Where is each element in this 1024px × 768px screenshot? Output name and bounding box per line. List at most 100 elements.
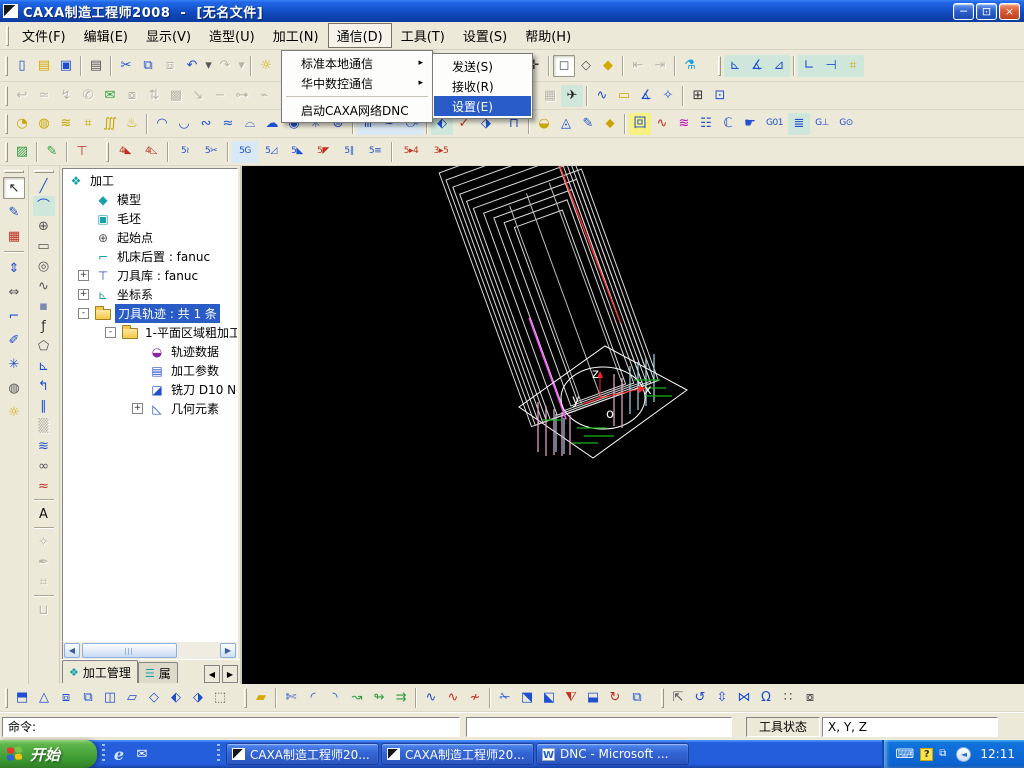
contour-line-mill-button[interactable]: ∾ bbox=[195, 113, 217, 135]
menu-edit[interactable]: 编辑(E) bbox=[75, 23, 137, 48]
transform-move-button[interactable]: ⇱ bbox=[667, 687, 689, 709]
surface-of-revolution-button[interactable]: △ bbox=[33, 687, 55, 709]
ellipse-tool-button[interactable]: ◎ bbox=[33, 256, 55, 276]
tree-item-start-point[interactable]: ⊕ 起始点 bbox=[63, 228, 237, 247]
text-tool-button[interactable]: A bbox=[33, 504, 55, 524]
surface-trim-split-button[interactable]: ✁ bbox=[494, 687, 516, 709]
measure-angle-button[interactable]: ∡ bbox=[635, 85, 657, 107]
surface-fold-1-button[interactable]: ⬔ bbox=[516, 687, 538, 709]
point-tool-button[interactable]: ▪ bbox=[33, 296, 55, 316]
guide-line-mill-button[interactable]: ⌓ bbox=[239, 113, 261, 135]
formula-curve-tool-button[interactable]: ƒ bbox=[33, 316, 55, 336]
track-pen-button[interactable]: ✎ bbox=[41, 141, 63, 163]
curve-extend-2-button[interactable]: ↬ bbox=[368, 687, 390, 709]
coord-axes-plane-button[interactable]: ⊿ bbox=[768, 54, 790, 77]
speed-setting-button[interactable]: ✎ bbox=[577, 113, 599, 135]
tool-display-toggle-button[interactable]: ⊤ bbox=[71, 141, 93, 163]
shell-check-button[interactable]: ☷ bbox=[695, 113, 717, 135]
rectangle-tool-button[interactable]: ▭ bbox=[33, 236, 55, 256]
mail-icon[interactable]: ✉ bbox=[133, 745, 151, 763]
erase-button[interactable]: ▰ bbox=[250, 687, 272, 709]
hatch-toggle-button[interactable]: ▨ bbox=[11, 141, 33, 163]
lofted-surface-button[interactable]: ⧉ bbox=[77, 687, 99, 709]
plane-surface-button[interactable]: ▱ bbox=[121, 687, 143, 709]
transform-copy-paste-button[interactable]: ⧇ bbox=[799, 687, 821, 709]
tree-item-trajectory-data[interactable]: ◒ 轨迹数据 bbox=[63, 342, 237, 361]
internet-explorer-icon[interactable]: e bbox=[110, 745, 128, 764]
toolpath-simulate-button[interactable]: ◒ bbox=[533, 113, 555, 135]
scroll-right-button[interactable]: ▶ bbox=[220, 643, 236, 658]
display-hidden-line-button[interactable]: ◇ bbox=[575, 55, 597, 77]
bird-eye-view-button[interactable]: ✈ bbox=[561, 84, 583, 107]
expand-icon[interactable]: + bbox=[132, 403, 143, 414]
scrollbar-thumb[interactable] bbox=[82, 643, 177, 658]
surface-bend-button[interactable]: ⬓ bbox=[582, 687, 604, 709]
surface-stripe-button[interactable]: ⧨ bbox=[560, 687, 582, 709]
open-file-button[interactable]: ▤ bbox=[33, 55, 55, 77]
menu-modeling[interactable]: 造型(U) bbox=[200, 23, 264, 48]
plane-area-rough-button[interactable]: ◔ bbox=[11, 113, 33, 135]
undo-button[interactable]: ↶ bbox=[181, 55, 203, 77]
five-axis-side-mill-button[interactable]: 5◿ bbox=[258, 141, 284, 163]
viewport-canvas[interactable]: z x y o bbox=[242, 166, 1024, 684]
display-shaded-button[interactable]: ◆ bbox=[597, 55, 619, 77]
line-tool-button[interactable]: ╱ bbox=[33, 176, 55, 196]
wave-surface-tool-button[interactable]: ≈ bbox=[33, 476, 55, 496]
surface-turn-button[interactable]: ↻ bbox=[604, 687, 626, 709]
cut-button[interactable]: ✂ bbox=[115, 55, 137, 77]
circle-tool-button[interactable]: ⊕ bbox=[33, 216, 55, 236]
five-axis-surface-mill-button[interactable]: 5◤ bbox=[310, 141, 336, 163]
curve-check-button[interactable]: ∿ bbox=[651, 113, 673, 135]
tree-item-toolpath-group[interactable]: - 刀具轨迹 : 共 1 条 bbox=[63, 304, 237, 323]
polygon-tool-button[interactable]: ⬠ bbox=[33, 336, 55, 356]
undo-dropdown-button[interactable]: ▾ bbox=[203, 55, 214, 77]
hand-adjust-button[interactable]: ☛ bbox=[739, 113, 761, 135]
menu-item-receive[interactable]: 接收(R) bbox=[434, 76, 531, 96]
tree-item-geometry-elements[interactable]: + ◺ 几何元素 bbox=[63, 399, 237, 418]
tree-item-blank[interactable]: ▣ 毛坯 bbox=[63, 209, 237, 228]
layer-manager-button[interactable]: ▦ bbox=[3, 225, 25, 247]
arc-tool-button[interactable]: ⌒ bbox=[32, 196, 55, 216]
param-line-mill-button[interactable]: ≈ bbox=[217, 113, 239, 135]
five-axis-g-mill-button[interactable]: 5G bbox=[232, 140, 258, 163]
transform-scale-button[interactable]: ⇳ bbox=[711, 687, 733, 709]
coord-corner-button[interactable]: ∟ bbox=[798, 54, 820, 77]
five-axis-flow-mill-button[interactable]: 5∥ bbox=[336, 141, 362, 163]
menu-settings[interactable]: 设置(S) bbox=[454, 23, 516, 48]
taskbar-button-caxa-window-1[interactable]: CAXA制造工程师20... bbox=[226, 743, 379, 765]
sketch-edit-button[interactable]: ✎ bbox=[3, 201, 25, 223]
dimension-edit-button[interactable]: ⇕ bbox=[3, 257, 25, 279]
macro-play-button[interactable]: ⊡ bbox=[709, 85, 731, 107]
contour-rough-button[interactable]: ≋ bbox=[55, 113, 77, 135]
drill-array-button[interactable]: ∭ bbox=[99, 113, 121, 135]
menu-help[interactable]: 帮助(H) bbox=[516, 23, 580, 48]
tree-item-model[interactable]: ◆ 模型 bbox=[63, 190, 237, 209]
converge-point-button[interactable]: ✳ bbox=[3, 353, 25, 375]
start-button[interactable]: 开始 bbox=[0, 740, 97, 768]
coord-axes-rotated-button[interactable]: ∡ bbox=[746, 54, 768, 77]
window-tray-icon[interactable]: ⧉ bbox=[939, 749, 946, 759]
engrave-mill-button[interactable]: ♨ bbox=[121, 113, 143, 135]
keyboard-indicator-icon[interactable]: ⌨ bbox=[896, 748, 915, 761]
collapse-chevron-icon[interactable]: ◄ bbox=[956, 746, 972, 762]
tab-scroll-right-button[interactable]: ▶ bbox=[222, 665, 238, 683]
region-fill-check-button[interactable]: 回 bbox=[629, 112, 651, 135]
curve-extend-1-button[interactable]: ↝ bbox=[346, 687, 368, 709]
five-axis-groove-rough-button[interactable]: 5≀ bbox=[172, 141, 198, 163]
three-to-five-axis-button[interactable]: 3▸5 bbox=[426, 141, 456, 163]
tree-item-machining-root[interactable]: ❖ 加工 bbox=[63, 171, 237, 190]
tool-check-button[interactable]: ◬ bbox=[555, 113, 577, 135]
measure-property-button[interactable]: ✧ bbox=[657, 85, 679, 107]
command-input[interactable]: 命令: bbox=[2, 716, 460, 737]
vertical-lines-check-button[interactable]: ≣ bbox=[788, 112, 810, 135]
curve-fillet-2-button[interactable]: ◝ bbox=[324, 687, 346, 709]
transform-mirror-button[interactable]: ⋈ bbox=[733, 687, 755, 709]
surface-fold-2-button[interactable]: ⬕ bbox=[538, 687, 560, 709]
blend-surface-1-button[interactable]: ⬖ bbox=[165, 687, 187, 709]
five-axis-param-mill-button[interactable]: 5≡ bbox=[362, 141, 388, 163]
lens-surface-tool-button[interactable]: ∞ bbox=[33, 456, 55, 476]
feed-setting-button[interactable]: ⬥ bbox=[599, 113, 621, 135]
curve-edit-red-button[interactable]: ∿ bbox=[442, 687, 464, 709]
equidistant-tool-button[interactable]: ∥ bbox=[33, 396, 55, 416]
tree-item-mill-cutter[interactable]: ◪ 铣刀 D10 No:0 bbox=[63, 380, 237, 399]
